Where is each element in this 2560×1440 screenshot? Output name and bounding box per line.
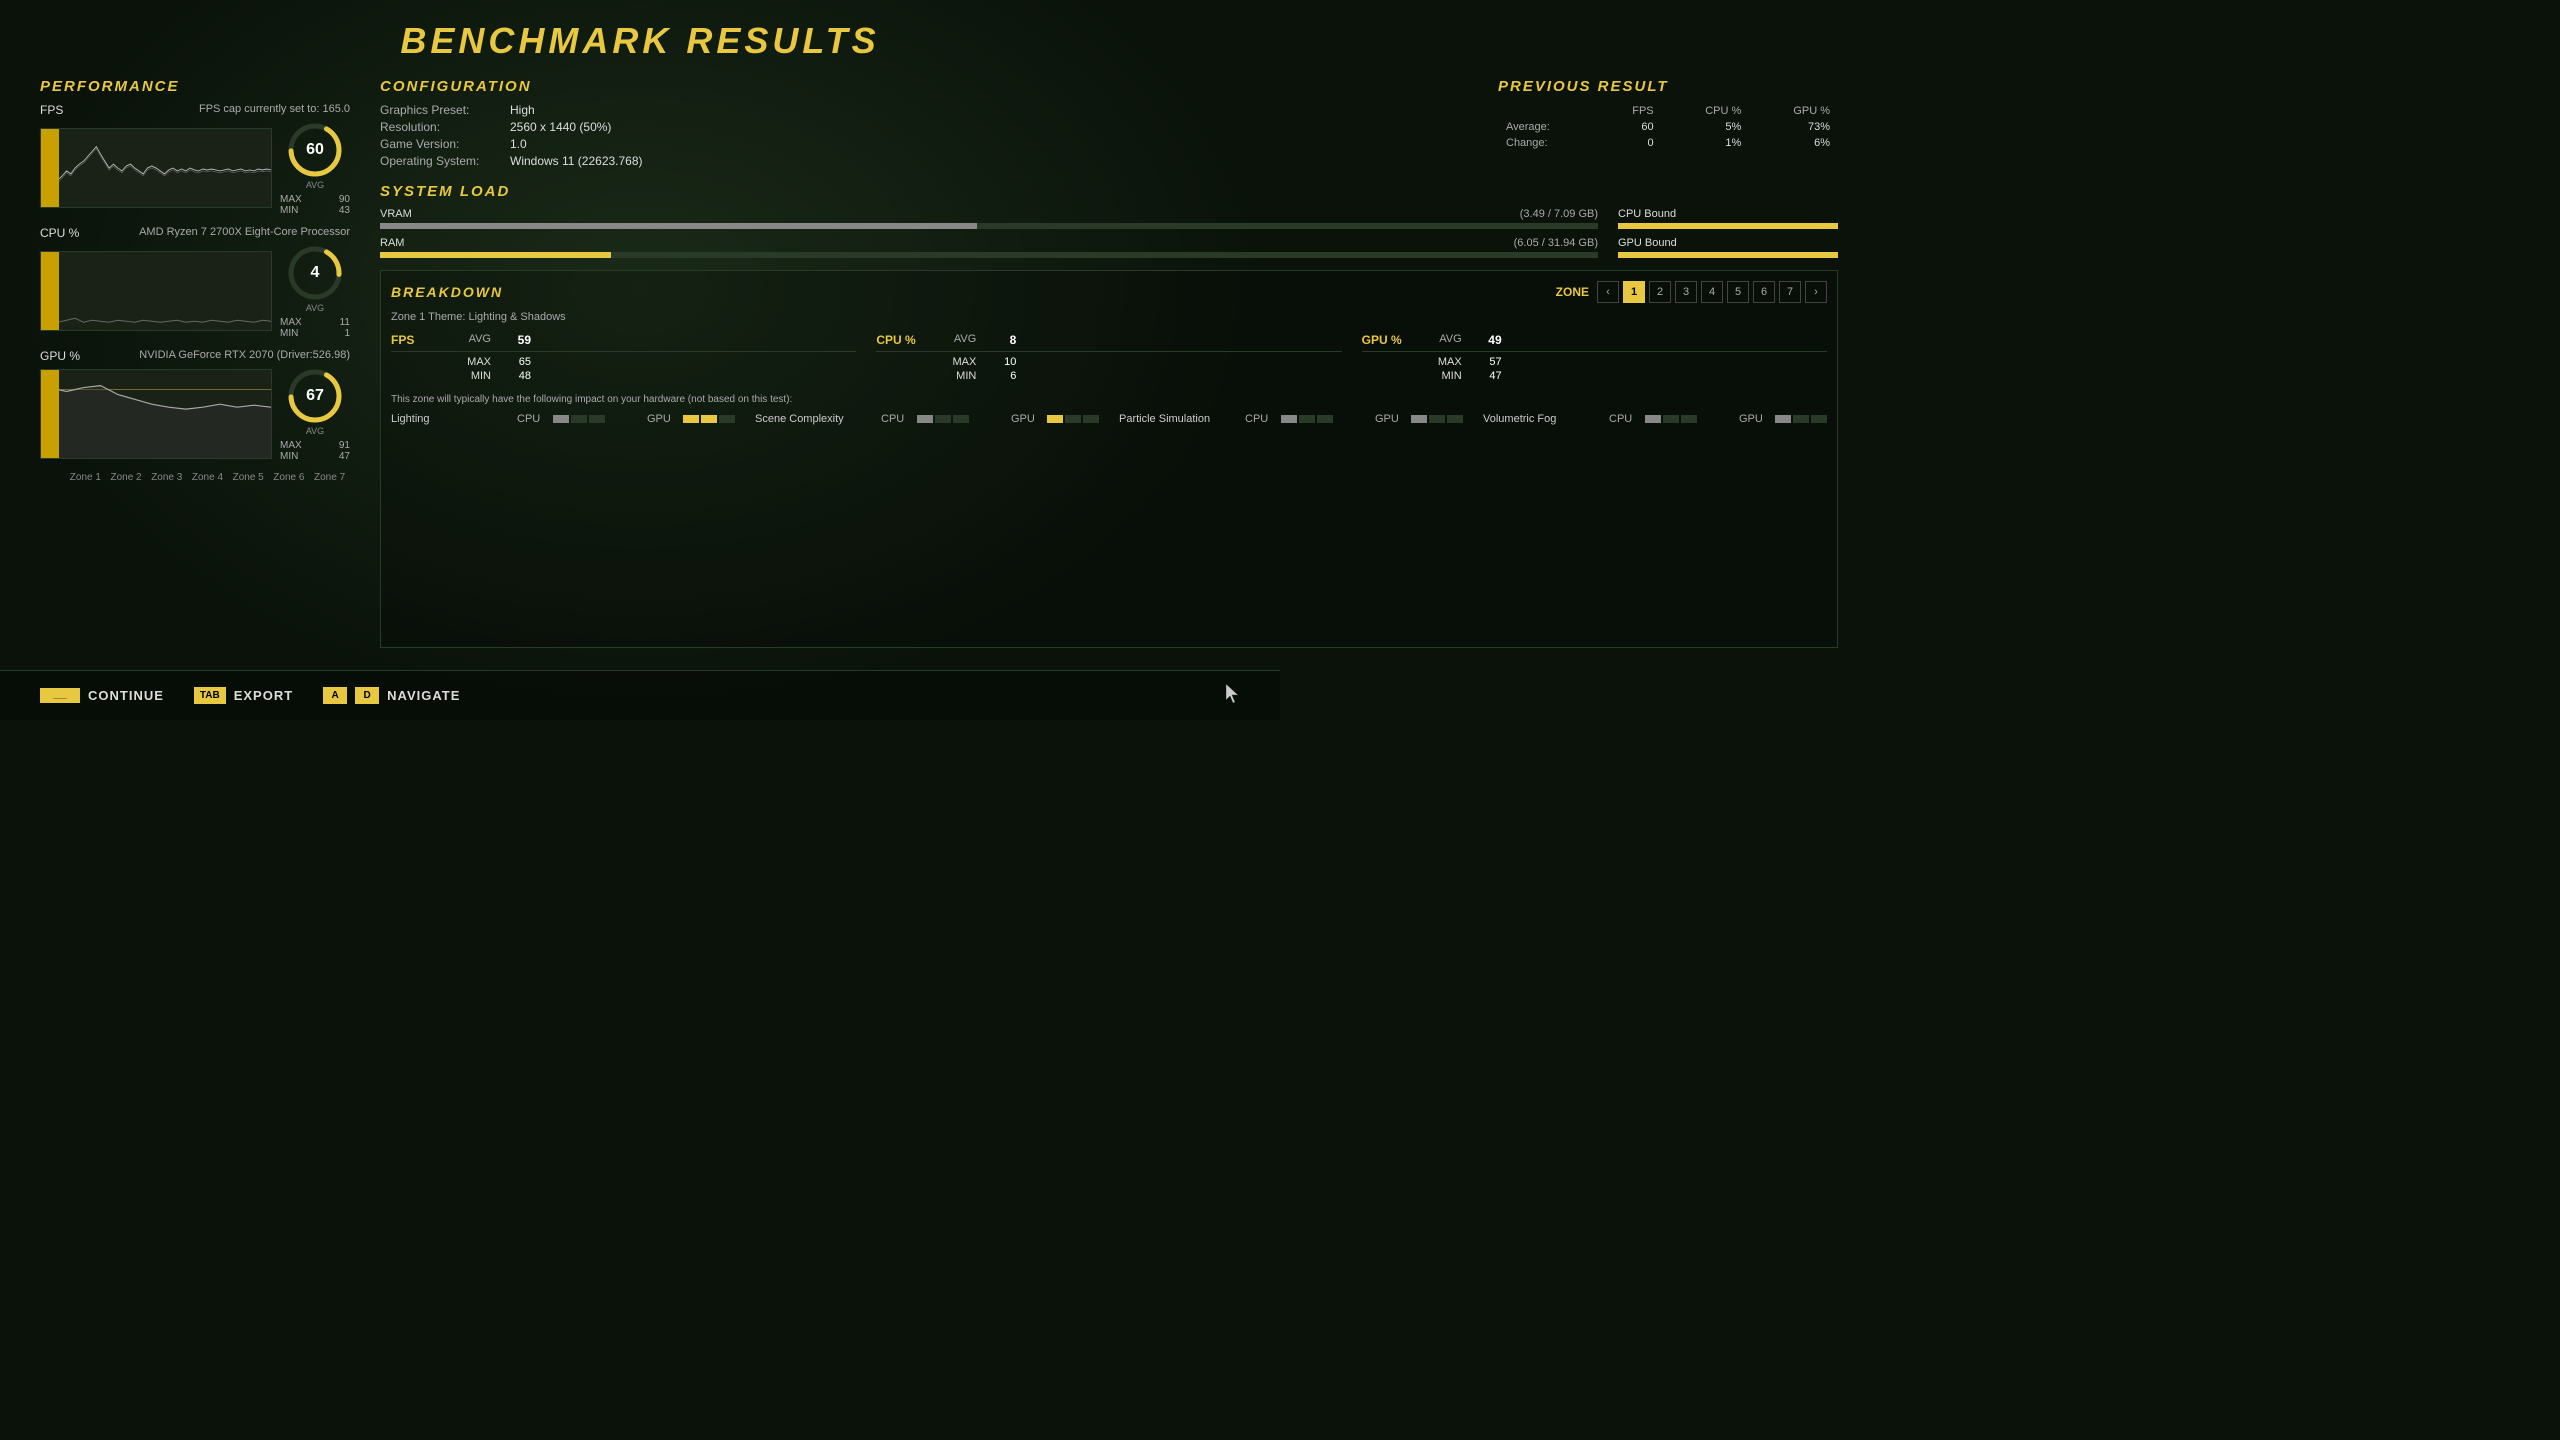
cpu-label-row: CPU % AMD Ryzen 7 2700X Eight-Core Proce…	[40, 226, 350, 240]
system-load-content: VRAM (3.49 / 7.09 GB) RAM (6.05 / 31.94 …	[380, 208, 1838, 258]
impact-particle-cpu: Particle Simulation CPU GPU	[1119, 413, 1463, 425]
fps-chart-row: 60 AVG MAX90 MIN43	[40, 120, 350, 216]
impact-fog-cpu: Volumetric Fog CPU GPU	[1483, 413, 1827, 425]
fps-chart	[40, 128, 272, 208]
cpu-chart	[40, 251, 272, 331]
gpu-label-row: GPU % NVIDIA GeForce RTX 2070 (Driver:52…	[40, 349, 350, 363]
stats-cols: FPS AVG 59 MAX 65 MIN 48	[391, 333, 1827, 384]
zone-3-btn[interactable]: 3	[1675, 281, 1697, 303]
prev-row-avg: Average: 60 5% 73%	[1498, 119, 1838, 135]
impact-lighting-cpu: Lighting CPU GPU	[391, 413, 735, 425]
zone-2-btn[interactable]: 2	[1649, 281, 1671, 303]
ram-load: RAM (6.05 / 31.94 GB)	[380, 237, 1598, 258]
prev-row-change: Change: 0 1% 6%	[1498, 135, 1838, 151]
zone-labels: Zone 1 Zone 2 Zone 3 Zone 4 Zone 5 Zone …	[40, 472, 350, 483]
fps-avg-value: 60	[285, 120, 345, 180]
cpu-chart-row: 4 AVG MAX11 MIN1	[40, 243, 350, 339]
zone-theme: Zone 1 Theme: Lighting & Shadows	[391, 311, 1827, 323]
zone-4-btn[interactable]: 4	[1701, 281, 1723, 303]
configuration-section: CONFIGURATION Graphics Preset: High Reso…	[380, 78, 1478, 171]
gpu-stats: MAX91 MIN47	[280, 440, 350, 462]
fps-label-row: FPS FPS cap currently set to: 165.0	[40, 103, 350, 117]
gpu-label: GPU %	[40, 349, 80, 363]
top-right: CONFIGURATION Graphics Preset: High Reso…	[380, 78, 1838, 171]
gpu-chart	[40, 369, 272, 459]
impact-rows: Lighting CPU GPU	[391, 413, 1827, 429]
bound-section: CPU Bound GPU Bound	[1618, 208, 1838, 258]
breakdown-fps: FPS AVG 59 MAX 65 MIN 48	[391, 333, 856, 384]
breakdown-gpu: GPU % AVG 49 MAX 57 MIN 47	[1362, 333, 1827, 384]
system-load-section: SYSTEM LOAD VRAM (3.49 / 7.09 GB)	[380, 183, 1838, 258]
system-load-title: SYSTEM LOAD	[380, 183, 1838, 200]
cpu-processor: AMD Ryzen 7 2700X Eight-Core Processor	[139, 226, 350, 240]
breakdown-title: BREAKDOWN	[391, 284, 503, 300]
cpu-label: CPU %	[40, 226, 79, 240]
cpu-stats: MAX11 MIN1	[280, 317, 350, 339]
gpu-gauge: 67 AVG MAX91 MIN47	[280, 366, 350, 462]
zone-nav-label: ZONE	[1556, 285, 1589, 299]
gpu-chart-row: 67 AVG MAX91 MIN47	[40, 366, 350, 462]
config-row-os: Operating System: Windows 11 (22623.768)	[380, 154, 1478, 168]
zone-nav: ZONE ‹ 1 2 3 4 5 6 7 ›	[1556, 281, 1827, 303]
zone-prev-btn[interactable]: ‹	[1597, 281, 1619, 303]
cpu-bound: CPU Bound	[1618, 208, 1838, 229]
zone-next-btn[interactable]: ›	[1805, 281, 1827, 303]
performance-section: PERFORMANCE FPS FPS cap currently set to…	[40, 78, 350, 648]
gpu-bound: GPU Bound	[1618, 237, 1838, 258]
zone-5-btn[interactable]: 5	[1727, 281, 1749, 303]
page-title: BENCHMARK RESULTS	[40, 20, 1240, 62]
cpu-gauge: 4 AVG MAX11 MIN1	[280, 243, 350, 339]
impact-text: This zone will typically have the follow…	[391, 394, 1827, 405]
zone-1-btn[interactable]: 1	[1623, 281, 1645, 303]
performance-label: PERFORMANCE	[40, 78, 350, 95]
right-column: CONFIGURATION Graphics Preset: High Reso…	[380, 78, 1838, 648]
config-row-res: Resolution: 2560 x 1440 (50%)	[380, 120, 1478, 134]
fps-cap-text: FPS cap currently set to: 165.0	[199, 103, 350, 117]
fps-gauge: 60 AVG MAX90 MIN43	[280, 120, 350, 216]
config-row-preset: Graphics Preset: High	[380, 103, 1478, 117]
fps-label: FPS	[40, 103, 63, 117]
vram-load: VRAM (3.49 / 7.09 GB)	[380, 208, 1598, 229]
fps-stats: MAX90 MIN43	[280, 194, 350, 216]
config-title: CONFIGURATION	[380, 78, 1478, 95]
previous-result-section: PREVIOUS RESULT FPS CPU % GPU %	[1498, 78, 1838, 171]
previous-result-table: FPS CPU % GPU % Average: 60 5% 73%	[1498, 103, 1838, 151]
prev-title: PREVIOUS RESULT	[1498, 78, 1838, 95]
gpu-avg-value: 67	[285, 366, 345, 426]
zone-7-btn[interactable]: 7	[1779, 281, 1801, 303]
breakdown-header: BREAKDOWN ZONE ‹ 1 2 3 4 5 6 7 ›	[391, 281, 1827, 303]
breakdown-section: BREAKDOWN ZONE ‹ 1 2 3 4 5 6 7 › Zone 1	[380, 270, 1838, 648]
cpu-avg-value: 4	[285, 243, 345, 303]
config-row-version: Game Version: 1.0	[380, 137, 1478, 151]
gpu-name: NVIDIA GeForce RTX 2070 (Driver:526.98)	[139, 349, 350, 363]
breakdown-cpu: CPU % AVG 8 MAX 10 MIN 6	[876, 333, 1341, 384]
zone-6-btn[interactable]: 6	[1753, 281, 1775, 303]
impact-scene-cpu: Scene Complexity CPU GPU	[755, 413, 1099, 425]
